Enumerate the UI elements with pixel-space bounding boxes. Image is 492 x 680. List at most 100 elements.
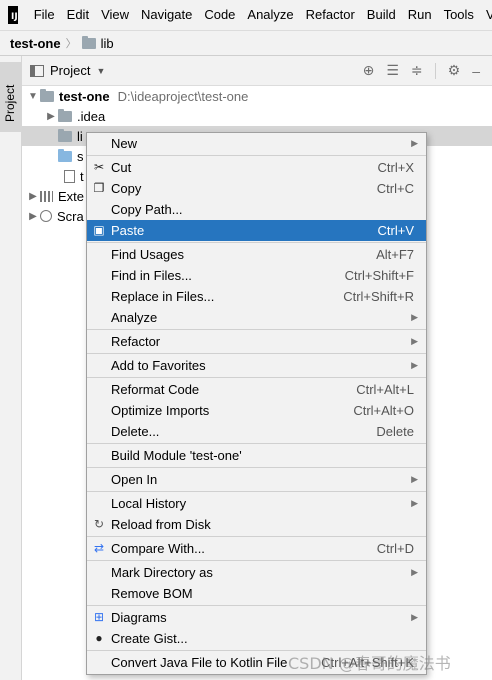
intellij-logo-icon[interactable]: IJ — [8, 6, 18, 24]
menu-item-label: Diagrams — [111, 610, 167, 625]
hide-icon[interactable]: – — [472, 63, 480, 79]
menu-separator — [87, 377, 426, 378]
expand-all-icon[interactable]: ☰ — [386, 62, 399, 79]
breadcrumb-project[interactable]: test-one — [10, 36, 61, 51]
project-view-icon — [30, 64, 44, 77]
submenu-arrow-icon: ▶ — [411, 360, 418, 370]
chevron-right-icon[interactable]: ▶ — [26, 211, 40, 222]
tree-node-label: s — [77, 148, 84, 164]
menu-item-shortcut: Ctrl+Alt+O — [353, 403, 414, 418]
collapse-all-icon[interactable]: ≑ — [411, 62, 423, 79]
menu-item-mark-directory-as[interactable]: Mark Directory as ▶ — [87, 562, 426, 583]
menu-item-optimize-imports[interactable]: Optimize Imports Ctrl+Alt+O — [87, 400, 426, 421]
menu-item-local-history[interactable]: Local History ▶ — [87, 493, 426, 514]
submenu-arrow-icon: ▶ — [411, 612, 418, 622]
tree-node-root[interactable]: ▼ test-one D:\ideaproject\test-one — [22, 86, 492, 106]
menu-tools[interactable]: Tools — [438, 0, 480, 30]
menu-item-find-in-files[interactable]: Find in Files... Ctrl+Shift+F — [87, 265, 426, 286]
submenu-arrow-icon: ▶ — [411, 474, 418, 484]
gear-icon[interactable]: ⚙ — [448, 62, 461, 79]
menu-run[interactable]: Run — [402, 0, 438, 30]
menu-separator — [87, 353, 426, 354]
menu-item-diagrams[interactable]: ⊞ Diagrams ▶ — [87, 607, 426, 628]
chevron-down-icon[interactable]: ▼ — [26, 91, 40, 102]
menu-separator — [87, 242, 426, 243]
menu-item-label: Open In — [111, 472, 158, 487]
breadcrumb-folder[interactable]: lib — [101, 36, 114, 51]
menu-item-shortcut: Ctrl+Shift+F — [344, 268, 414, 283]
menu-item-shortcut: Alt+F7 — [376, 247, 414, 262]
chevron-down-icon[interactable]: ▼ — [96, 66, 105, 76]
menu-separator — [87, 443, 426, 444]
project-tool-tab-label: Project — [3, 84, 17, 122]
menu-item-analyze[interactable]: Analyze ▶ — [87, 307, 426, 328]
project-tool-tab[interactable]: Project — [0, 62, 22, 132]
menu-vcs[interactable]: V — [480, 0, 492, 30]
chevron-right-icon[interactable]: ▶ — [26, 191, 40, 202]
menu-separator — [87, 155, 426, 156]
toolbar-divider — [434, 62, 436, 79]
menu-edit[interactable]: Edit — [61, 0, 95, 30]
menu-view[interactable]: View — [95, 0, 135, 30]
project-view-selector[interactable]: Project — [50, 63, 90, 78]
menu-item-label: Reload from Disk — [111, 517, 211, 532]
menu-item-find-usages[interactable]: Find Usages Alt+F7 — [87, 244, 426, 265]
menu-item-copy[interactable]: ❐ Copy Ctrl+C — [87, 178, 426, 199]
menu-item-remove-bom[interactable]: Remove BOM — [87, 583, 426, 604]
menu-item-compare-with[interactable]: ⇄ Compare With... Ctrl+D — [87, 538, 426, 559]
menu-item-shortcut: Delete — [376, 424, 414, 439]
menu-item-delete[interactable]: Delete... Delete — [87, 421, 426, 442]
file-icon — [64, 169, 75, 183]
menu-item-shortcut: Ctrl+Shift+R — [343, 289, 414, 304]
menu-navigate[interactable]: Navigate — [135, 0, 198, 30]
menu-item-create-gist[interactable]: ● Create Gist... — [87, 628, 426, 649]
menu-separator — [87, 491, 426, 492]
menu-item-shortcut: Ctrl+X — [377, 160, 414, 175]
tree-root-name: test-one — [59, 88, 110, 104]
menu-item-build-module[interactable]: Build Module 'test-one' — [87, 445, 426, 466]
menu-item-refactor[interactable]: Refactor ▶ — [87, 331, 426, 352]
menu-item-add-to-favorites[interactable]: Add to Favorites ▶ — [87, 355, 426, 376]
menu-item-label: Local History — [111, 496, 187, 511]
submenu-arrow-icon: ▶ — [411, 336, 418, 346]
menu-item-label: Copy Path... — [111, 202, 183, 217]
menu-item-label: Optimize Imports — [111, 403, 210, 418]
chevron-right-icon[interactable]: ▶ — [44, 111, 58, 122]
menu-separator — [87, 605, 426, 606]
menu-code[interactable]: Code — [198, 0, 241, 30]
menu-item-reformat-code[interactable]: Reformat Code Ctrl+Alt+L — [87, 379, 426, 400]
menu-analyze[interactable]: Analyze — [241, 0, 299, 30]
menu-item-copy-path[interactable]: Copy Path... — [87, 199, 426, 220]
breadcrumb: test-one 〉 lib — [0, 30, 492, 56]
menu-item-reload-from-disk[interactable]: ↻ Reload from Disk — [87, 514, 426, 535]
menu-item-label: Remove BOM — [111, 586, 193, 601]
menu-item-shortcut: Ctrl+V — [377, 223, 414, 238]
menu-separator — [87, 560, 426, 561]
menu-item-open-in[interactable]: Open In ▶ — [87, 469, 426, 490]
submenu-arrow-icon: ▶ — [411, 567, 418, 577]
menu-separator — [87, 329, 426, 330]
tree-node-idea[interactable]: ▶ .idea — [22, 106, 492, 126]
menu-item-label: Copy — [111, 181, 142, 196]
source-folder-icon — [58, 148, 72, 162]
tree-node-label: t — [80, 168, 84, 184]
menu-item-label: New — [111, 136, 138, 151]
crosshair-icon[interactable]: ⊕ — [363, 62, 375, 79]
menu-item-replace-in-files[interactable]: Replace in Files... Ctrl+Shift+R — [87, 286, 426, 307]
menu-item-label: Find in Files... — [111, 268, 192, 283]
main-menubar: IJ File Edit View Navigate Code Analyze … — [0, 0, 492, 30]
menu-item-label: Paste — [111, 223, 145, 238]
menu-item-shortcut: Ctrl+C — [376, 181, 414, 196]
menu-item-cut[interactable]: ✂ Cut Ctrl+X — [87, 157, 426, 178]
menu-file[interactable]: File — [28, 0, 61, 30]
menu-item-paste[interactable]: ▣ Paste Ctrl+V — [87, 220, 426, 241]
menu-separator — [87, 536, 426, 537]
menu-item-new[interactable]: New ▶ — [87, 133, 426, 154]
folder-icon — [58, 108, 72, 122]
menu-item-shortcut: Ctrl+Alt+L — [356, 382, 414, 397]
menu-build[interactable]: Build — [361, 0, 402, 30]
submenu-arrow-icon: ▶ — [411, 498, 418, 508]
menu-refactor[interactable]: Refactor — [300, 0, 361, 30]
tree-node-label: Exte — [58, 188, 85, 204]
menu-item-label: Find Usages — [111, 247, 184, 262]
